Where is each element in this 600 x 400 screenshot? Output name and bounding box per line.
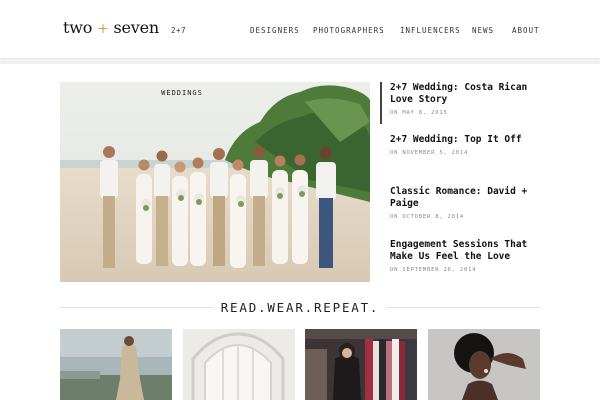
post-date: ON NOVEMBER 5, 2014 xyxy=(390,150,469,156)
logo-word-seven: seven xyxy=(113,18,159,37)
hero-image[interactable]: WEDDINGS xyxy=(60,82,370,282)
logo-word-two: two xyxy=(63,18,93,37)
post-title[interactable]: 2+7 Wedding: Costa Rican Love Story xyxy=(390,82,540,106)
wedding-photo xyxy=(60,82,370,282)
post-item[interactable]: Engagement Sessions That Make Us Feel th… xyxy=(390,239,540,273)
post-title[interactable]: 2+7 Wedding: Top It Off xyxy=(390,134,540,146)
active-post-indicator xyxy=(380,82,382,124)
post-item[interactable]: Classic Romance: David + Paige ON OCTOBE… xyxy=(390,186,540,220)
thumbnail-1[interactable] xyxy=(60,329,172,400)
post-title[interactable]: Classic Romance: David + Paige xyxy=(390,186,540,210)
nav-influencers[interactable]: INFLUENCERS xyxy=(400,26,461,35)
site-logo[interactable]: two + seven xyxy=(63,18,159,37)
header-shadow-strip xyxy=(0,60,600,64)
thumbnail-2[interactable] xyxy=(183,329,295,400)
site-header: two + seven 2+7 DESIGNERS PHOTOGRAPHERS … xyxy=(0,0,600,58)
post-item[interactable]: 2+7 Wedding: Costa Rican Love Story ON M… xyxy=(390,82,540,116)
post-date: ON OCTOBER 8, 2014 xyxy=(390,214,465,220)
fashion-photo-arches xyxy=(183,329,295,400)
post-date: ON SEPTEMBER 26, 2014 xyxy=(390,267,477,273)
logo-plus: + xyxy=(97,21,109,37)
recent-posts-list: 2+7 Wedding: Costa Rican Love Story ON M… xyxy=(380,82,540,282)
section-title: READ.WEAR.REPEAT. xyxy=(214,300,386,315)
post-title[interactable]: Engagement Sessions That Make Us Feel th… xyxy=(390,239,540,263)
fashion-photo-garden xyxy=(60,329,172,400)
post-item[interactable]: 2+7 Wedding: Top It Off ON NOVEMBER 5, 2… xyxy=(390,134,540,156)
nav-about[interactable]: ABOUT xyxy=(512,26,540,35)
fashion-photo-portrait xyxy=(428,329,540,400)
thumbnail-3[interactable] xyxy=(305,329,417,400)
nav-news[interactable]: NEWS xyxy=(472,26,494,35)
thumbnail-4[interactable] xyxy=(428,329,540,400)
site-tagline[interactable]: 2+7 xyxy=(171,26,186,35)
hero-category-tag[interactable]: WEDDINGS xyxy=(60,89,304,97)
nav-designers[interactable]: DESIGNERS xyxy=(250,26,300,35)
nav-photographers[interactable]: PHOTOGRAPHERS xyxy=(313,26,385,35)
post-date: ON MAY 8, 2015 xyxy=(390,110,448,116)
fashion-photo-boutique xyxy=(305,329,417,400)
